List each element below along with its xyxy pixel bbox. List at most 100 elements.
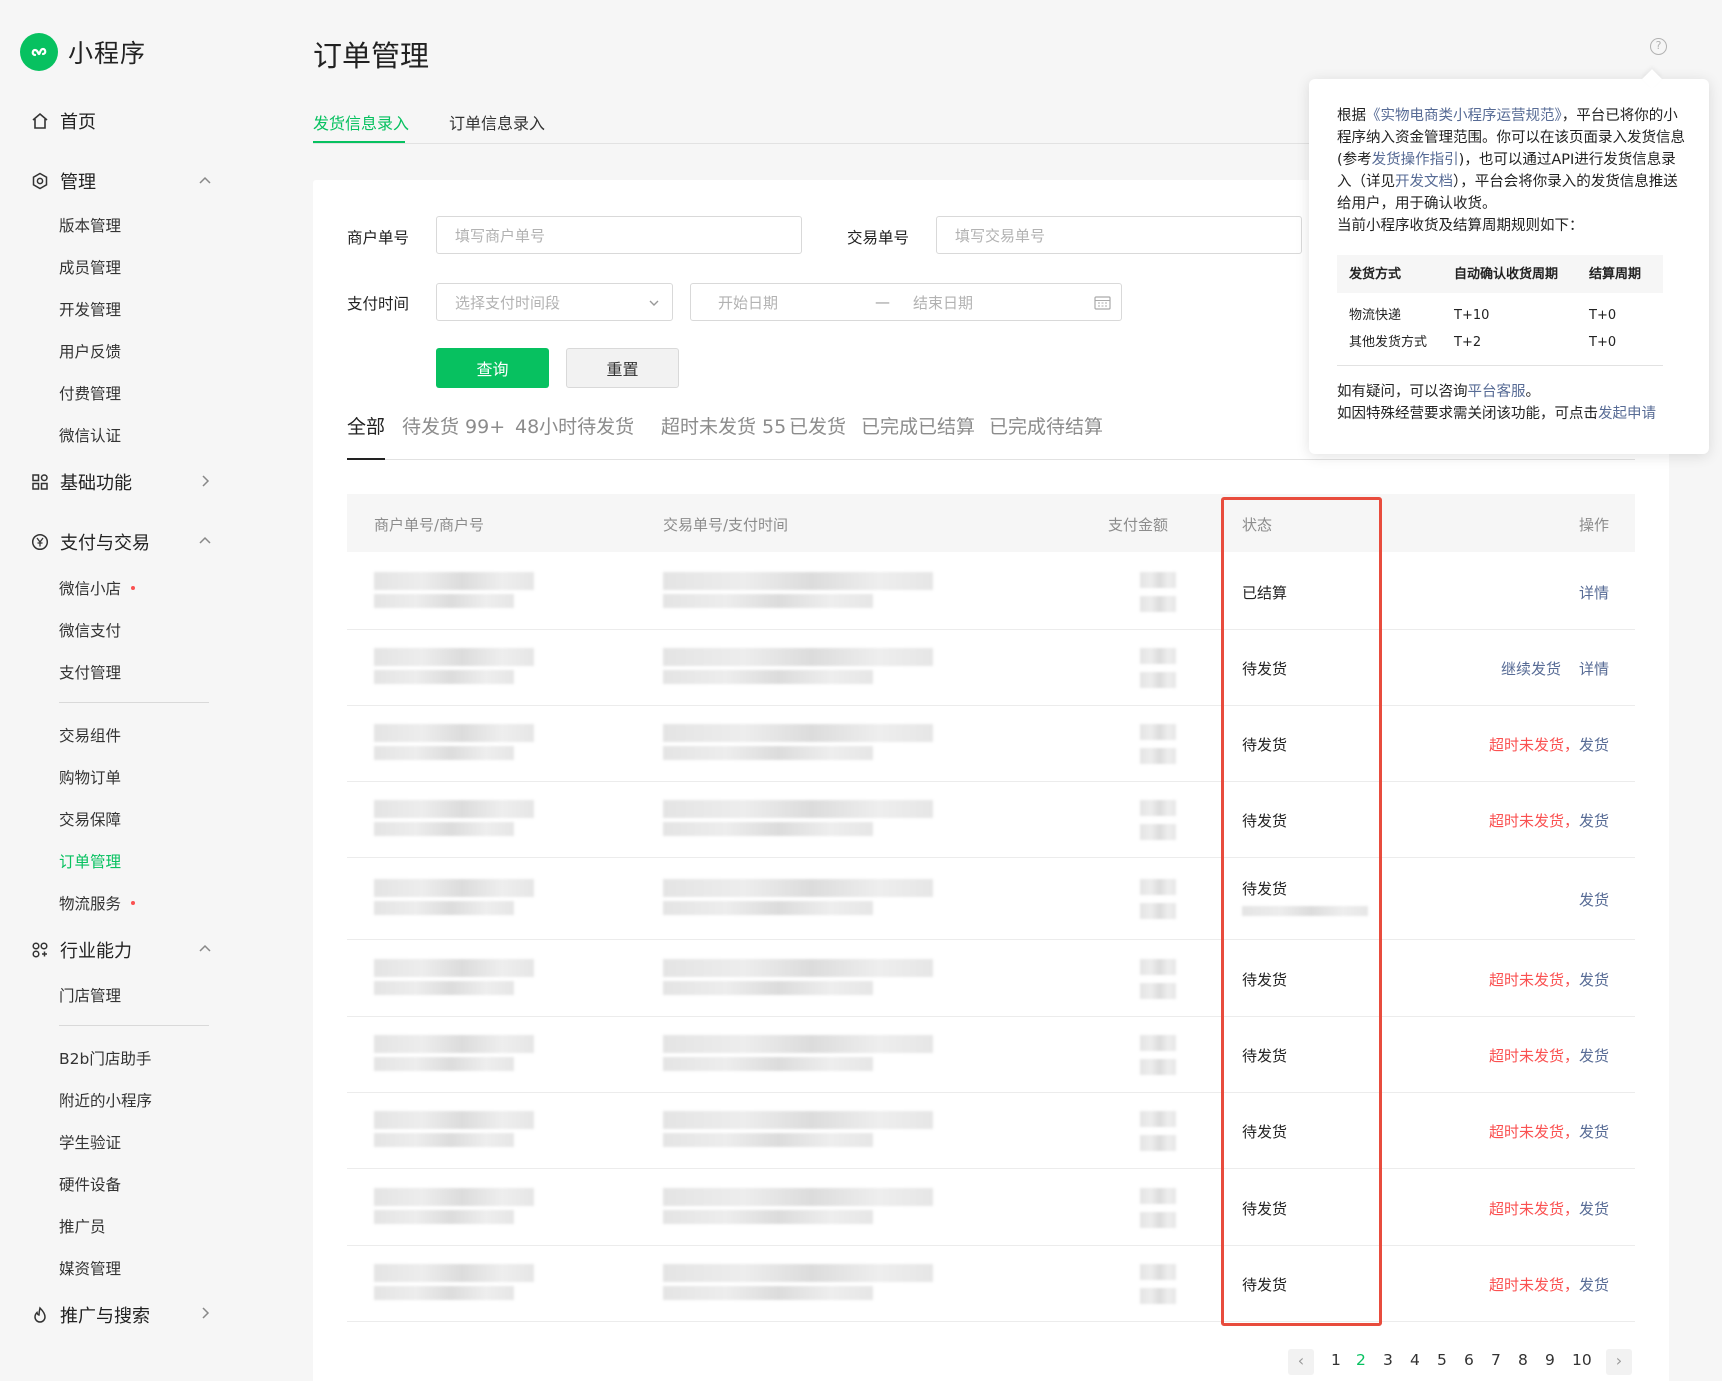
status-tab-unsettled[interactable]: 已完成待结算 [989,412,1103,439]
redacted-value [1140,748,1176,764]
nav-manage[interactable]: 管理 [30,168,96,194]
row-action-link[interactable]: 发货 [1579,971,1609,989]
nav-item-wxshop[interactable]: 微信小店 [59,577,136,599]
cycle-rules-header: 发货方式 自动确认收货周期 结算周期 [1337,255,1663,293]
chevron-up-icon[interactable] [198,941,212,955]
row-action-link[interactable]: 发货 [1579,1123,1609,1141]
nav-item-members[interactable]: 成员管理 [59,256,121,278]
nav-basic[interactable]: 基础功能 [30,469,132,495]
apply-link[interactable]: 发起申请 [1598,406,1656,422]
pay-time-select[interactable]: 选择支付时间段 [436,283,673,321]
row-action-link[interactable]: 详情 [1579,660,1609,678]
status-tab-48h[interactable]: 48小时待发货 [515,412,634,439]
redacted-value [374,1133,514,1147]
page-7[interactable]: 7 [1491,1351,1501,1369]
table-row: 待发货 超时未发货，发货 [347,1017,1635,1093]
status-tab-settled[interactable]: 已完成已结算 [861,412,975,439]
nav-item-version[interactable]: 版本管理 [59,214,121,236]
row-action-link[interactable]: 发货 [1579,1200,1609,1218]
nav-home[interactable]: 首页 [30,108,96,134]
nav-industry[interactable]: 行业能力 [30,937,132,963]
chevron-right-icon[interactable] [198,474,212,488]
nav-item-student[interactable]: 学生验证 [59,1131,121,1153]
cycle-rules-table: 发货方式 自动确认收货周期 结算周期 物流快递 T+10 T+0 其他发货方式 … [1337,255,1663,366]
table-row: 待发货 超时未发货，发货 [347,1093,1635,1169]
page-2[interactable]: 2 [1356,1351,1366,1369]
nav-item-shopping-orders[interactable]: 购物订单 [59,766,121,788]
page-1[interactable]: 1 [1331,1351,1341,1369]
nav-item-nearby[interactable]: 附近的小程序 [59,1089,152,1111]
popover-foot-1: 如有疑问，可以咨询 [1337,384,1468,400]
nav-item-verify[interactable]: 微信认证 [59,424,121,446]
row-action-link[interactable]: 发货 [1579,1047,1609,1065]
status-text: 待发货 [1242,736,1288,754]
row-action-link[interactable]: 发货 [1579,1276,1609,1294]
nav-pay[interactable]: 支付与交易 [30,529,150,555]
grid-icon [30,472,50,492]
nav-item-b2b[interactable]: B2b门店助手 [59,1047,151,1069]
help-icon[interactable]: ? [1650,38,1667,55]
nav-item-promoter[interactable]: 推广员 [59,1215,106,1237]
spec-link[interactable]: 《实物电商类小程序运营规范》 [1366,108,1562,124]
nav-item-paymgmt[interactable]: 支付管理 [59,661,121,683]
redacted-value [663,959,933,977]
nav-item-media[interactable]: 媒资管理 [59,1257,121,1279]
nav-item-hardware[interactable]: 硬件设备 [59,1173,121,1195]
chevron-up-icon[interactable] [198,533,212,547]
row-action-link[interactable]: 发货 [1579,891,1609,909]
nav-promo[interactable]: 推广与搜索 [30,1302,150,1328]
nav-item-wxpay[interactable]: 微信支付 [59,619,121,641]
logo[interactable]: 小程序 [20,33,146,71]
status-tab-all[interactable]: 全部 [347,412,385,439]
status-tab-indicator [347,458,385,460]
date-range-picker[interactable]: 开始日期 — 结束日期 [690,283,1122,321]
redacted-value [374,879,534,897]
next-page-button[interactable]: › [1606,1349,1632,1375]
page-6[interactable]: 6 [1464,1351,1474,1369]
nav-item-dev[interactable]: 开发管理 [59,298,121,320]
query-button[interactable]: 查询 [436,348,549,388]
row-action-link[interactable]: 发货 [1579,736,1609,754]
page-5[interactable]: 5 [1437,1351,1447,1369]
nav-item-order-mgmt[interactable]: 订单管理 [59,850,121,872]
page-3[interactable]: 3 [1383,1351,1393,1369]
trade-no-input[interactable]: 填写交易单号 [936,216,1302,254]
th-ops: 操作 [1578,516,1609,534]
prev-page-button[interactable]: ‹ [1288,1349,1314,1375]
redacted-value [374,901,514,915]
merchant-no-input[interactable]: 填写商户单号 [436,216,802,254]
support-link[interactable]: 平台客服 [1468,384,1526,400]
redacted-value [374,1188,534,1206]
row-action-link[interactable]: 继续发货 [1501,660,1561,678]
chevron-right-icon[interactable] [198,1306,212,1320]
page-10[interactable]: 10 [1572,1351,1592,1369]
status-tab-overdue[interactable]: 超时未发货 55 [661,412,786,439]
redacted-value [374,1111,534,1129]
chevron-up-icon[interactable] [198,173,212,187]
nav-item-logistics[interactable]: 物流服务 [59,892,136,914]
nav-item-trade-guarantee[interactable]: 交易保障 [59,808,121,830]
tab-order-info[interactable]: 订单信息录入 [449,110,545,134]
status-tab-shipped[interactable]: 已发货 [789,412,846,439]
status-tab-pending[interactable]: 待发货 99+ [402,412,505,439]
row-action-link[interactable]: 发货 [1579,812,1609,830]
overdue-label: 超时未发货， [1488,971,1579,989]
guide-link[interactable]: 发货操作指引 [1372,152,1459,168]
reset-button[interactable]: 重置 [566,348,679,388]
tab-ship-info[interactable]: 发货信息录入 [313,110,409,134]
status-text: 待发货 [1242,1276,1288,1294]
nav-item-store[interactable]: 门店管理 [59,984,121,1006]
nav-item-feedback[interactable]: 用户反馈 [59,340,121,362]
page-9[interactable]: 9 [1545,1351,1555,1369]
new-dot [131,585,136,590]
row-action-link[interactable]: 详情 [1579,584,1609,602]
overdue-label: 超时未发货， [1488,736,1579,754]
nav-item-trade-component[interactable]: 交易组件 [59,724,121,746]
end-date-placeholder: 结束日期 [913,293,974,312]
dev-doc-link[interactable]: 开发文档 [1395,174,1453,190]
page-4[interactable]: 4 [1410,1351,1420,1369]
nav-item-billing[interactable]: 付费管理 [59,382,121,404]
redacted-value [374,724,534,742]
date-separator: — [875,293,890,311]
page-8[interactable]: 8 [1518,1351,1528,1369]
